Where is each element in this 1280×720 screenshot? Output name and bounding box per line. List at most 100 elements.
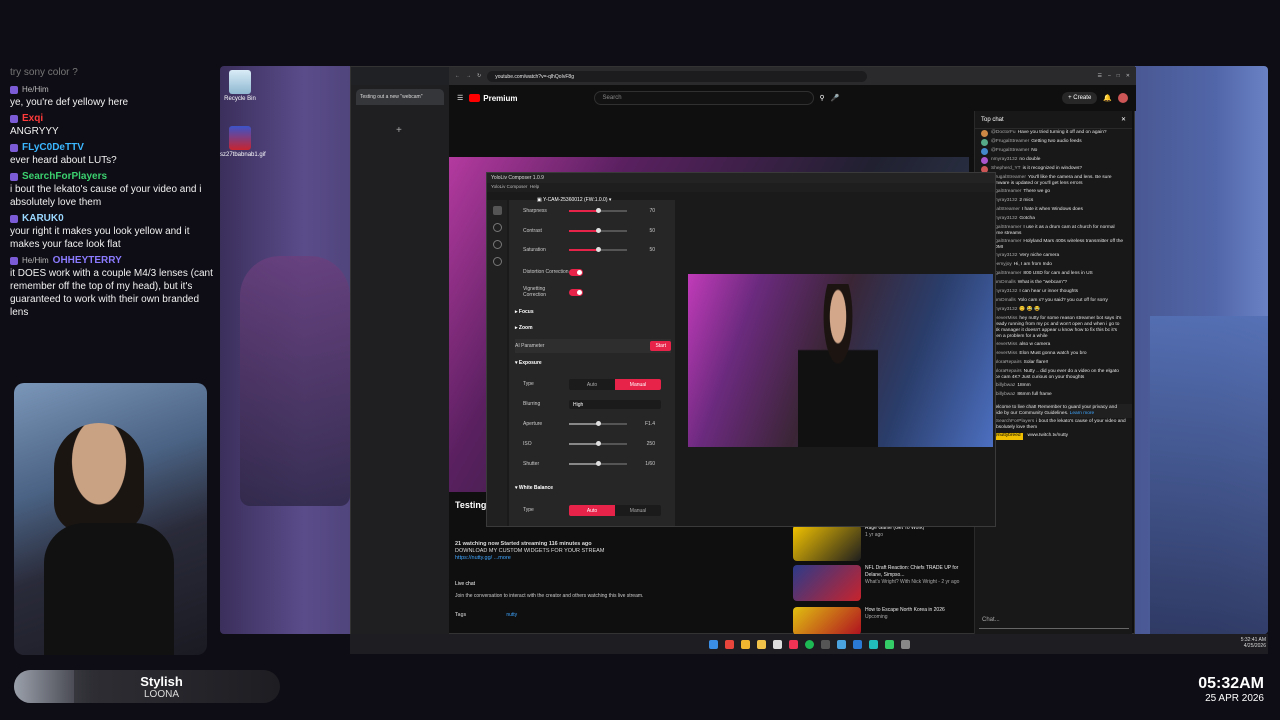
toggle-switch[interactable] bbox=[569, 288, 583, 296]
section-exposure[interactable]: ▾ Exposure bbox=[515, 360, 671, 366]
youtube-logo[interactable]: Premium bbox=[469, 94, 518, 103]
toggle-vignetting[interactable]: Vignetting Correction bbox=[523, 284, 673, 300]
start-icon[interactable] bbox=[708, 639, 718, 649]
description-link[interactable]: https://nutty.gg/ ...more bbox=[455, 555, 785, 562]
app-icon[interactable] bbox=[884, 639, 894, 649]
chat-text: Yolo cam x? you said? you cut off for so… bbox=[1017, 298, 1108, 303]
section-focus[interactable]: ▸ Focus bbox=[515, 309, 671, 315]
app-icon[interactable] bbox=[868, 639, 878, 649]
auto-option[interactable]: Auto bbox=[569, 379, 615, 390]
menu-item[interactable]: YoloLiv Composer bbox=[491, 184, 527, 189]
device-selector[interactable]: ▣ Y-CAM-25360012 (FW:1.0.0) ▾ bbox=[537, 197, 667, 203]
slider-sharpness[interactable]: Sharpness 70 bbox=[523, 204, 673, 218]
back-icon[interactable]: ← bbox=[455, 73, 460, 79]
settings-icon[interactable] bbox=[492, 206, 502, 215]
app-icon[interactable] bbox=[820, 639, 830, 649]
shutter-row[interactable]: Shutter 1/60 bbox=[523, 457, 673, 471]
slider-track[interactable] bbox=[569, 461, 627, 466]
clock-date: 25 APR 2026 bbox=[1205, 693, 1264, 704]
aperture-row[interactable]: Aperture F1.4 bbox=[523, 417, 673, 431]
toggle-distortion[interactable]: Distortion Correction bbox=[523, 264, 673, 280]
close-chat-icon[interactable]: ✕ bbox=[1121, 116, 1126, 123]
gif-file-icon[interactable]: sz27tbabnab1.gif bbox=[220, 126, 266, 158]
param-value[interactable]: 70 bbox=[633, 208, 655, 214]
close-icon[interactable]: ✕ bbox=[1126, 73, 1130, 79]
spotify-icon[interactable] bbox=[804, 639, 814, 649]
app-icon[interactable] bbox=[772, 639, 782, 649]
param-value[interactable]: 50 bbox=[633, 247, 655, 253]
wb-mode-toggle[interactable]: Auto Manual bbox=[569, 504, 661, 516]
chat-message: nmyray3132 I can hear ur inner thoughts bbox=[975, 288, 1132, 297]
slider-track[interactable] bbox=[569, 247, 627, 252]
ai-parameter-row: AI Parameter Start bbox=[515, 339, 671, 353]
app-icon[interactable] bbox=[900, 639, 910, 649]
reload-icon[interactable]: ↻ bbox=[477, 73, 481, 79]
recycle-bin-icon[interactable]: Recycle Bin bbox=[220, 70, 260, 102]
tags-row: Tags nutty bbox=[455, 612, 517, 618]
manual-option[interactable]: Manual bbox=[615, 505, 661, 516]
param-value[interactable]: 1/60 bbox=[633, 461, 655, 467]
param-value[interactable]: 50 bbox=[633, 228, 655, 234]
system-tray[interactable]: 5:32:41 AM 4/25/2026 bbox=[1241, 637, 1266, 649]
chat-message: Shepherd_YT is it recognized in windows? bbox=[975, 165, 1132, 174]
bell-icon[interactable]: 🔔 bbox=[1103, 94, 1112, 102]
recommended-video[interactable]: Rage Game (Get To Work) 1 yr ago bbox=[793, 525, 963, 561]
app-icon[interactable] bbox=[788, 639, 798, 649]
youtube-play-icon bbox=[469, 94, 481, 102]
microphone-icon[interactable]: 🎤 bbox=[831, 94, 840, 102]
avatar[interactable] bbox=[1118, 93, 1128, 103]
ai-start-button[interactable]: Start bbox=[650, 341, 671, 351]
tag-link[interactable]: nutty bbox=[506, 612, 517, 618]
chat-text: your right it makes you look yellow and … bbox=[10, 226, 190, 250]
minimize-icon[interactable]: – bbox=[1108, 73, 1111, 79]
maximize-icon[interactable]: □ bbox=[1117, 73, 1120, 79]
chat-mode-dropdown[interactable]: Top chat bbox=[981, 117, 1004, 123]
section-white-balance[interactable]: ▾ White Balance bbox=[515, 485, 671, 491]
exposure-mode-toggle[interactable]: Auto Manual bbox=[569, 378, 661, 390]
new-tab-button[interactable]: + bbox=[396, 125, 402, 136]
video-description[interactable]: 21 watching now Started streaming 116 mi… bbox=[455, 541, 785, 562]
extensions-icon[interactable]: ☰ bbox=[1098, 73, 1102, 79]
wb-type: Type Auto Manual bbox=[523, 503, 673, 517]
menu-item-help[interactable]: Help bbox=[530, 184, 539, 189]
blurring-select[interactable]: High bbox=[569, 399, 661, 409]
url-field[interactable]: youtube.com/watch?v=-qlhQoIvF8g bbox=[487, 70, 868, 82]
manual-option[interactable]: Manual bbox=[615, 378, 661, 390]
info-icon[interactable] bbox=[492, 257, 502, 266]
toggle-switch[interactable] bbox=[569, 268, 583, 276]
chat-user: @FrugalStreamer bbox=[991, 139, 1030, 144]
chat-input[interactable]: Chat... bbox=[979, 613, 1129, 629]
chrome-icon-alt[interactable] bbox=[740, 639, 750, 649]
slider-saturation[interactable]: Saturation 50 bbox=[523, 243, 673, 257]
param-label: Sharpness bbox=[523, 208, 547, 214]
search-input[interactable]: Search bbox=[593, 91, 814, 105]
gear-icon[interactable] bbox=[492, 240, 502, 249]
recommended-video[interactable]: NFL Draft Reaction: Chiefs TRADE UP for … bbox=[793, 565, 963, 601]
chrome-icon[interactable] bbox=[724, 639, 734, 649]
palette-icon[interactable] bbox=[492, 223, 502, 232]
forward-icon[interactable]: → bbox=[466, 73, 471, 79]
slider-track[interactable] bbox=[569, 208, 627, 213]
auto-option[interactable]: Auto bbox=[569, 504, 615, 516]
slider-track[interactable] bbox=[569, 441, 627, 446]
slider-contrast[interactable]: Contrast 50 bbox=[523, 224, 673, 238]
app-icon[interactable] bbox=[836, 639, 846, 649]
chat-message: @FrugalStreamer Getting two audio feeds bbox=[975, 138, 1132, 147]
section-zoom[interactable]: ▸ Zoom bbox=[515, 325, 671, 331]
recommended-meta: What's Wright? With Nick Wright - 2 yr a… bbox=[865, 579, 960, 585]
chat-message: ugalStreamer I hate it when Windows does bbox=[975, 206, 1132, 215]
param-value[interactable]: F1.4 bbox=[633, 421, 655, 427]
menu-icon[interactable]: ☰ bbox=[457, 94, 463, 102]
app-icon[interactable] bbox=[852, 639, 862, 649]
iso-row[interactable]: ISO 250 bbox=[523, 437, 673, 451]
desktop-icon-label: sz27tbabnab1.gif bbox=[220, 152, 266, 158]
search-icon[interactable]: ⚲ bbox=[820, 94, 825, 102]
slider-track[interactable] bbox=[569, 421, 627, 426]
recommended-video[interactable]: How to Escape North Korea in 2026 Upcomin… bbox=[793, 607, 963, 635]
param-value[interactable]: 250 bbox=[633, 441, 655, 447]
create-button[interactable]: + Create bbox=[1062, 92, 1098, 104]
slider-track[interactable] bbox=[569, 228, 627, 233]
folder-icon[interactable] bbox=[756, 639, 766, 649]
tab-youtube[interactable]: Testing out a new "webcam" bbox=[356, 89, 444, 105]
learn-more-link[interactable]: Learn more bbox=[1070, 411, 1095, 416]
